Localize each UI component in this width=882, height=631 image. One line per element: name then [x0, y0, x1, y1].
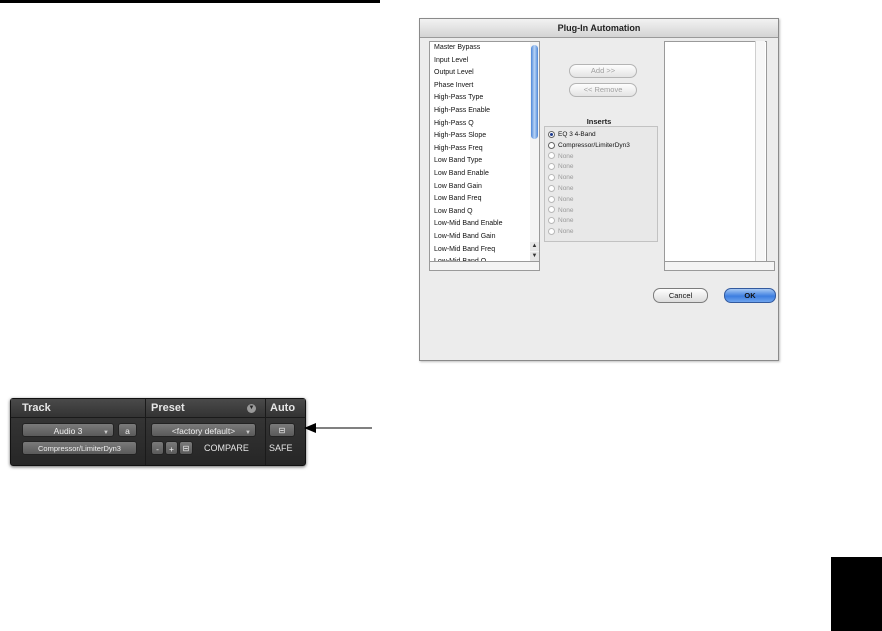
scroll-thumb[interactable] — [531, 45, 538, 139]
parameter-list-item[interactable]: Phase Invert — [430, 80, 531, 93]
parameter-list-item[interactable]: Output Level — [430, 67, 531, 80]
automated-parameter-list[interactable] — [664, 41, 767, 263]
preset-selector[interactable]: <factory default> ▼ — [151, 423, 256, 437]
radio-button-icon — [548, 217, 555, 225]
inserts-radio-group: EQ 3 4-Band Compressor/LimiterDyn3 None Non… — [544, 126, 658, 242]
parameter-list-item[interactable]: Low Band Q — [430, 206, 531, 219]
parameter-list-item[interactable]: Low Band Enable — [430, 168, 531, 181]
insert-radio-option: None — [548, 227, 574, 238]
radio-button-icon — [548, 173, 555, 181]
radio-button-icon — [548, 195, 555, 203]
preset-name: <factory default> — [171, 426, 236, 436]
preset-label: Preset — [151, 402, 185, 414]
parameter-list-item[interactable]: High-Pass Slope — [430, 130, 531, 143]
parameter-list-item[interactable]: High-Pass Type — [430, 92, 531, 105]
radio-button-icon — [548, 152, 555, 160]
automated-list-scrollbar[interactable] — [755, 41, 765, 261]
insert-radio-option: None — [548, 173, 574, 184]
auto-label: Auto — [270, 402, 296, 414]
parameter-list-scrollbar[interactable]: ▲ ▼ — [530, 41, 540, 261]
parameter-list-item[interactable]: High-Pass Freq — [430, 143, 531, 156]
parameter-list-item[interactable]: Low-Mid Band Freq — [430, 244, 531, 257]
parameter-list-item[interactable]: Low-Mid Band Enable — [430, 218, 531, 231]
track-name: Audio 3 — [53, 426, 83, 436]
automated-list-hscrollbar[interactable] — [664, 261, 775, 271]
settings-clipboard-icon[interactable]: ⊟ — [179, 441, 193, 455]
insert-radio-label: Compressor/LimiterDyn3 — [558, 141, 630, 149]
insert-radio-label: EQ 3 4-Band — [558, 131, 596, 138]
parameter-list-item[interactable]: Master Bypass — [430, 42, 531, 55]
parameter-list-hscrollbar[interactable] — [429, 261, 540, 271]
track-selector[interactable]: Audio 3 ▼ — [22, 423, 114, 437]
insert-radio-option[interactable]: Compressor/LimiterDyn3 — [548, 141, 630, 152]
chevron-down-icon[interactable]: ▼ — [247, 404, 256, 413]
radio-button-icon[interactable] — [548, 130, 555, 138]
next-preset-button[interactable]: + — [165, 441, 178, 455]
inserts-label: Inserts — [586, 117, 612, 126]
radio-button-icon — [548, 163, 555, 171]
previous-preset-button[interactable]: - — [151, 441, 164, 455]
parameter-list-item[interactable]: Input Level — [430, 55, 531, 68]
insert-radio-label: None — [558, 163, 574, 171]
insert-radio-option: None — [548, 152, 574, 163]
parameter-list-item[interactable]: Low-Mid Band Gain — [430, 231, 531, 244]
compare-button[interactable]: COMPARE — [204, 443, 249, 453]
parameter-list[interactable]: Master Bypass Input Level Output Level Phas… — [429, 41, 532, 263]
dropdown-triangle-icon: ▼ — [103, 430, 109, 436]
section-divider — [145, 399, 146, 465]
section-divider — [265, 399, 266, 465]
parameter-list-item[interactable]: Low Band Freq — [430, 193, 531, 206]
radio-button-icon — [548, 184, 555, 192]
insert-radio-label: None — [558, 185, 574, 192]
group-button[interactable]: a — [118, 423, 137, 437]
plugin-automation-dialog: Plug-In Automation Master Bypass Input Le… — [419, 18, 779, 361]
insert-radio-option[interactable]: EQ 3 4-Band — [548, 130, 596, 141]
cancel-button[interactable]: Cancel — [653, 288, 708, 303]
insert-radio-option: None — [548, 184, 574, 195]
add-button[interactable]: Add >> — [569, 64, 637, 78]
radio-button-icon — [548, 206, 555, 214]
insert-selector[interactable]: Compressor/LimiterDyn3 — [22, 441, 137, 455]
parameter-list-item[interactable]: High-Pass Q — [430, 118, 531, 131]
parameter-list-item[interactable]: Low Band Type — [430, 155, 531, 168]
insert-radio-label: None — [558, 195, 574, 203]
scroll-up-icon[interactable]: ▲ — [530, 242, 539, 251]
dialog-title: Plug-In Automation — [420, 19, 778, 38]
ok-button[interactable]: OK — [724, 288, 776, 303]
track-label: Track — [22, 402, 51, 414]
chapter-thumb-tab — [831, 557, 882, 631]
insert-radio-option: None — [548, 195, 574, 206]
radio-button-icon — [548, 227, 555, 235]
insert-radio-label: None — [558, 217, 574, 225]
plugin-window-header: Track Preset ▼ Auto Audio 3 ▼ a Compress… — [10, 398, 306, 466]
scroll-down-icon[interactable]: ▼ — [530, 252, 539, 261]
insert-radio-option: None — [548, 206, 574, 217]
radio-button-icon[interactable] — [548, 141, 555, 149]
insert-radio-option: None — [548, 216, 574, 227]
arrow-left-icon — [304, 423, 372, 433]
plugin-automation-icon[interactable]: ⊟ — [269, 423, 295, 437]
insert-radio-option: None — [548, 162, 574, 173]
insert-radio-label: None — [558, 152, 574, 160]
insert-radio-label: None — [558, 228, 574, 236]
top-rule — [0, 0, 380, 3]
remove-button[interactable]: << Remove — [569, 83, 637, 97]
insert-radio-label: None — [558, 174, 574, 182]
safe-button[interactable]: SAFE — [269, 443, 293, 453]
insert-radio-label: None — [558, 206, 574, 214]
dropdown-triangle-icon: ▼ — [245, 430, 251, 436]
parameter-list-item[interactable]: Low Band Gain — [430, 181, 531, 194]
parameter-list-item[interactable]: High-Pass Enable — [430, 105, 531, 118]
